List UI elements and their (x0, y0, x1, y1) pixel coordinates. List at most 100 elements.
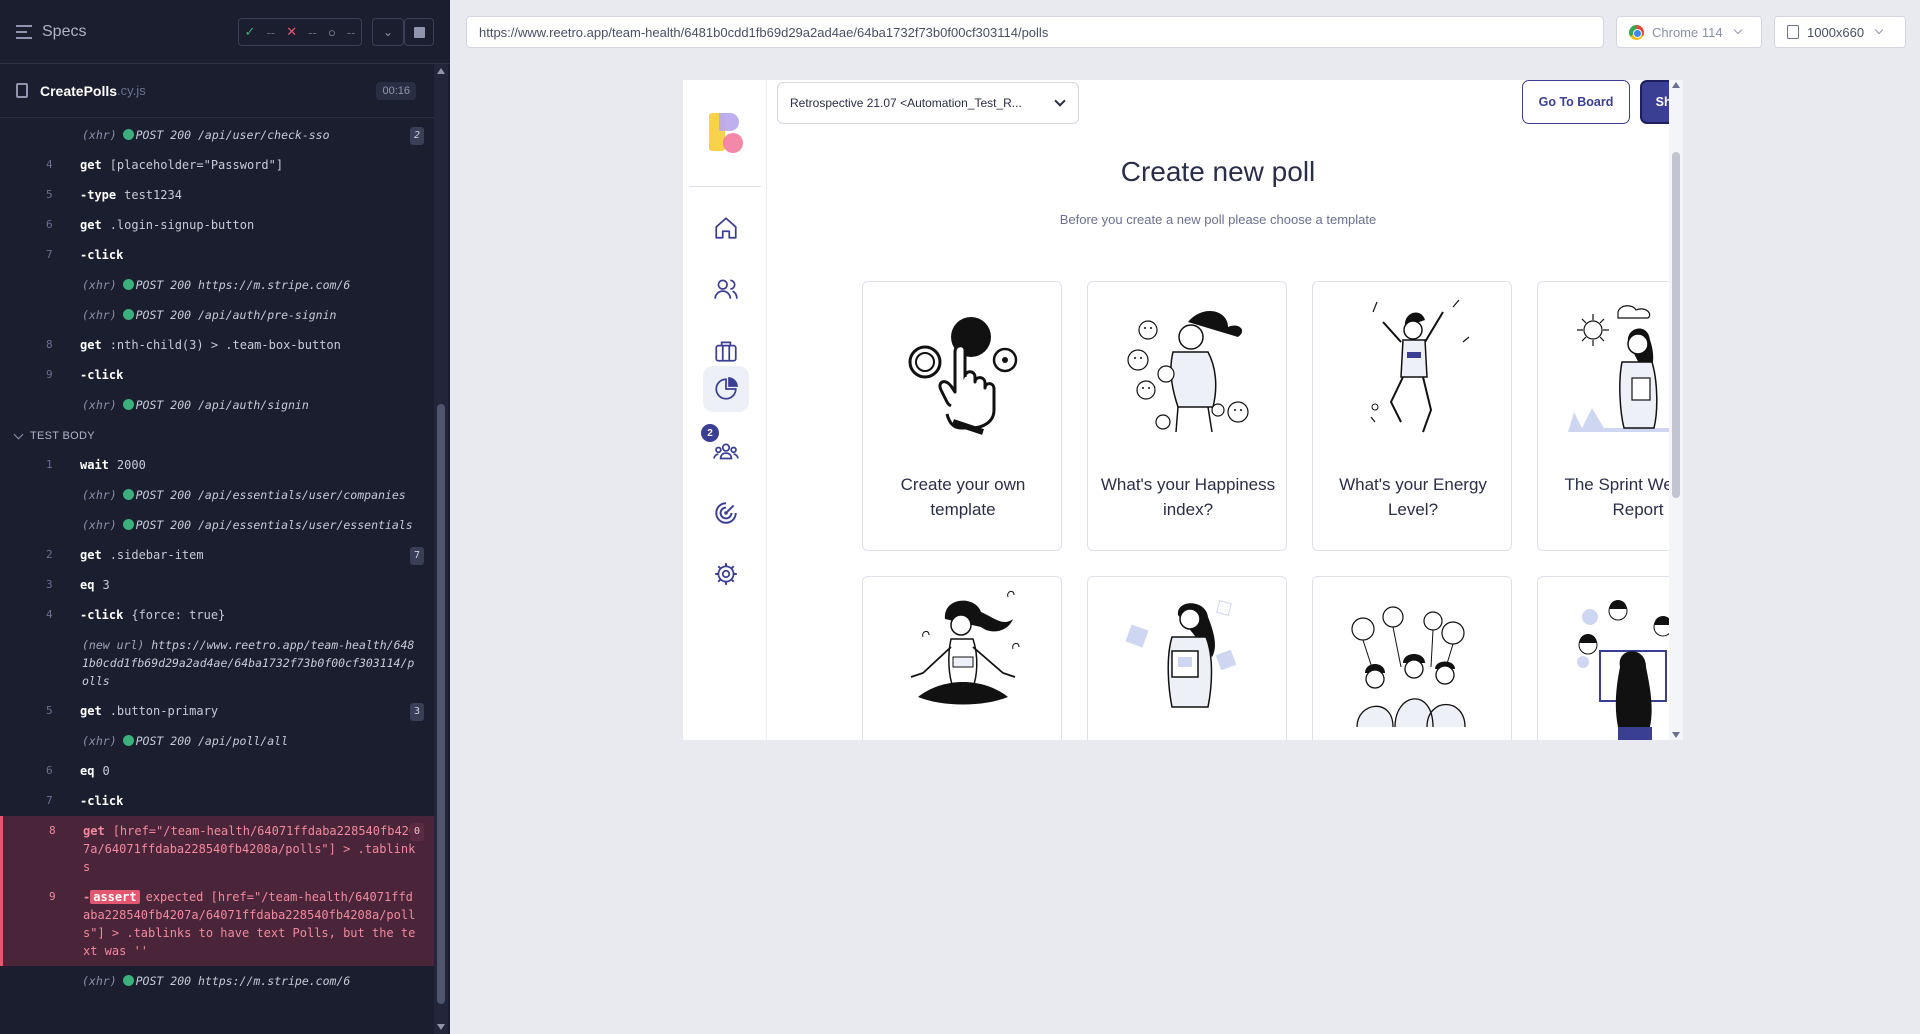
app-scrollbar[interactable] (1669, 80, 1683, 740)
template-card-meditation[interactable] (862, 576, 1062, 740)
failed-command-entry[interactable]: 8 get [href="/team-health/64071ffdaba22854… (0, 816, 434, 882)
browser-select[interactable]: Chrome 114 (1616, 16, 1762, 48)
command-entry[interactable]: 8 get:nth-child(3) > .team-box-button (0, 330, 434, 360)
scroll-up-icon[interactable] (437, 68, 445, 74)
xhr-method: POST (135, 518, 164, 532)
retro-select[interactable]: Retrospective 21.07 <Automation_Test_R..… (777, 82, 1079, 124)
card-label: What's your Energy Level? (1339, 475, 1487, 519)
command-name: -click (80, 608, 124, 622)
briefcase-icon (715, 341, 737, 362)
sidebar-item-goals[interactable] (703, 490, 749, 536)
card-label: What's your Happiness index? (1100, 475, 1276, 519)
xhr-log-entry[interactable]: (xhr) POST 200 https://m.stripe.com/6 (0, 270, 434, 300)
template-card-happiness[interactable]: What's your Happiness index? (1087, 281, 1287, 551)
count-badge: 3 (409, 703, 424, 721)
sidebar-item-team[interactable] (703, 266, 749, 312)
xhr-url: /api/essentials/user/companies (197, 488, 406, 502)
scrollbar-thumb[interactable] (437, 404, 445, 1004)
collapse-chevron-button[interactable]: ⌄ (372, 18, 404, 46)
command-entry[interactable]: 7 -click (0, 786, 434, 816)
xhr-log-entry[interactable]: (xhr) POST 200 /api/essentials/user/compa… (0, 480, 434, 510)
test-stats: ✓ -- ✕ -- ○ -- (238, 18, 362, 46)
template-card-custom[interactable]: Create your own template (862, 281, 1062, 551)
command-number: 3 (46, 578, 53, 591)
pending-icon: ○ (327, 24, 336, 40)
command-message: 2000 (116, 458, 146, 472)
viewport-icon (1787, 25, 1799, 39)
command-entry[interactable]: 7 -click (0, 240, 434, 270)
screen-woman-illustration (1577, 600, 1683, 740)
card-label: The Sprint Weather Report (1564, 475, 1683, 519)
scroll-down-icon[interactable] (1672, 732, 1680, 738)
team-balloons-illustration (1351, 606, 1466, 728)
command-name: get (80, 218, 102, 232)
xhr-log-entry[interactable]: (xhr) POST 200 /api/auth/pre-signin (0, 300, 434, 330)
aut-url-bar[interactable]: https://www.reetro.app/team-health/6481b… (466, 16, 1604, 48)
command-message: :nth-child(3) > .team-box-button (109, 338, 341, 352)
team-icon (714, 279, 738, 299)
template-card-weather[interactable]: The Sprint Weather Report (1537, 281, 1683, 551)
command-number: 8 (49, 824, 56, 837)
happiness-illustration (1127, 311, 1249, 433)
command-entry[interactable]: 9 -click (0, 360, 434, 390)
command-number: 6 (46, 218, 53, 231)
command-entry[interactable]: 4 get [placeholder="Password"] (0, 150, 434, 180)
xhr-log-entry[interactable]: (xhr) POST 200 /api/poll/all (0, 726, 434, 756)
xhr-log-entry[interactable]: (xhr) POST 200 /api/auth/signin (0, 390, 434, 420)
retro-select-value: Retrospective 21.07 <Automation_Test_R..… (790, 96, 1022, 110)
xhr-log-entry[interactable]: (xhr) POST 200 /api/user/check-sso 2 (0, 120, 434, 150)
go-to-board-button[interactable]: Go To Board (1522, 80, 1630, 124)
command-entry[interactable]: 5 -type test1234 (0, 180, 434, 210)
app-sidebar: 2 (683, 80, 767, 740)
command-entry[interactable]: 5 get .button-primary 3 (0, 696, 434, 726)
command-entry[interactable]: 6 eq 0 (0, 756, 434, 786)
file-icon (16, 83, 28, 98)
scrollbar-thumb[interactable] (1672, 152, 1680, 498)
scroll-down-icon[interactable] (437, 1024, 445, 1030)
xhr-label: (xhr) (82, 398, 117, 412)
command-entry[interactable]: 4 -click {force: true} (0, 600, 434, 630)
menu-icon[interactable] (16, 24, 32, 39)
sidebar-item-polls[interactable] (703, 366, 749, 412)
sidebar-item-settings[interactable] (703, 551, 749, 597)
command-message: .button-primary (109, 704, 219, 718)
xhr-label: (xhr) (82, 488, 117, 502)
command-entry[interactable]: 2 get .sidebar-item 7 (0, 540, 434, 570)
command-entry[interactable]: 6 get .login-signup-button (0, 210, 434, 240)
command-name: -click (80, 248, 124, 262)
template-card-energy[interactable]: What's your Energy Level? (1312, 281, 1512, 551)
command-name: -click (80, 794, 124, 808)
new-url-log-entry[interactable]: (new url) https://www.reetro.app/team-he… (0, 630, 434, 696)
xhr-log-entry[interactable]: (xhr) POST 200 /api/essentials/user/essen… (0, 510, 434, 540)
command-name: wait (80, 458, 109, 472)
template-card-team[interactable] (1312, 576, 1512, 740)
xhr-status: 200 (170, 734, 192, 748)
status-dot-icon (122, 399, 134, 410)
scroll-up-icon[interactable] (1672, 82, 1680, 88)
failed-command-entry[interactable]: 9- assert expected [href="/team-health/640… (0, 882, 434, 966)
xhr-log-entry[interactable]: (xhr) POST 200 https://m.stripe.com/6 (0, 966, 434, 990)
specs-label[interactable]: Specs (42, 23, 86, 41)
xhr-label: (xhr) (82, 518, 117, 532)
command-name: -click (80, 368, 124, 382)
viewport-select[interactable]: 1000x660 (1774, 16, 1906, 48)
template-card-screen[interactable] (1537, 576, 1683, 740)
stop-button[interactable] (404, 18, 434, 46)
xhr-url: /api/auth/signin (197, 398, 309, 412)
command-number: 5 (46, 704, 53, 717)
xhr-method: POST (135, 308, 164, 322)
spec-header: CreatePolls .cy.js 00:16 (0, 64, 434, 118)
command-entry[interactable]: 1 wait 2000 (0, 450, 434, 480)
template-card-laptop[interactable] (1087, 576, 1287, 740)
command-log-scrollbar[interactable] (434, 64, 448, 1034)
reetro-logo[interactable] (709, 113, 745, 153)
sidebar-item-home[interactable] (703, 205, 749, 251)
chevron-down-icon (13, 429, 24, 440)
card-label: Create your own template (900, 475, 1026, 519)
chevron-down-icon: ⌄ (382, 25, 394, 39)
test-body-section[interactable]: TEST BODY (0, 420, 434, 450)
xhr-method: POST (135, 488, 164, 502)
xhr-label: (xhr) (82, 278, 117, 292)
xhr-url: https://m.stripe.com/6 (197, 278, 351, 292)
command-entry[interactable]: 3 eq 3 (0, 570, 434, 600)
